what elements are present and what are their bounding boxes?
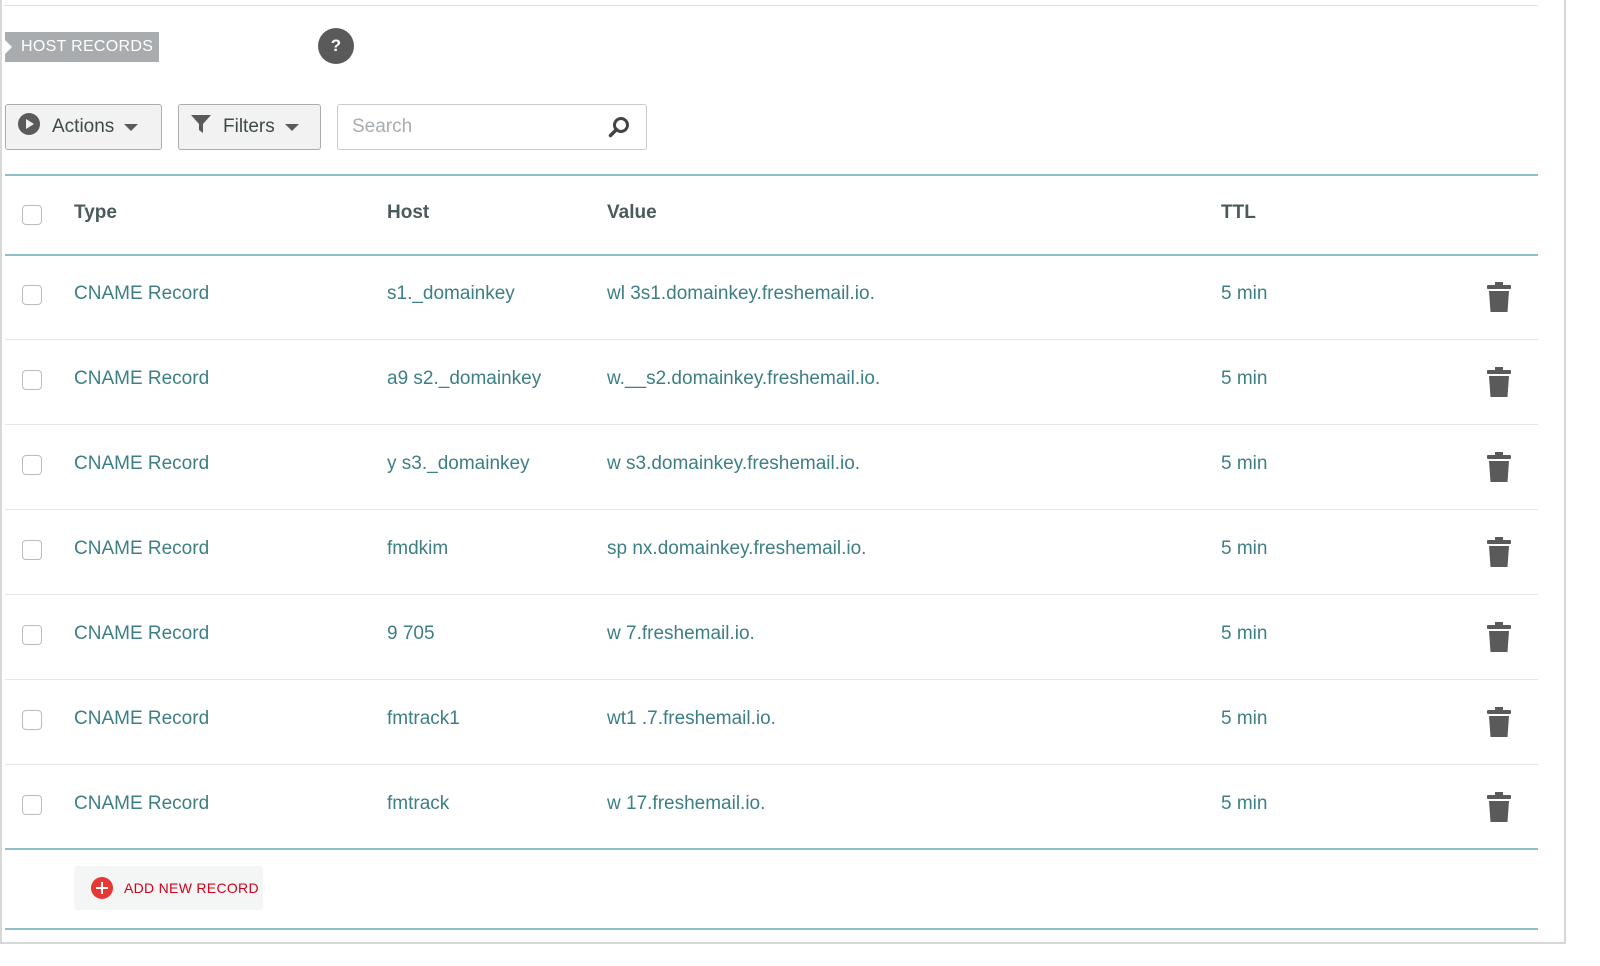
actions-label: Actions bbox=[52, 116, 115, 137]
column-header-value[interactable]: Value bbox=[607, 202, 657, 224]
trash-icon[interactable] bbox=[1487, 367, 1511, 402]
search-box bbox=[337, 104, 647, 150]
record-ttl: 5 min bbox=[1221, 368, 1268, 389]
record-value: w 17.freshemail.io. bbox=[607, 793, 766, 814]
record-host: fmtrack1 bbox=[387, 708, 460, 729]
record-host: fmtrack bbox=[387, 793, 450, 814]
row-checkbox[interactable] bbox=[22, 285, 42, 305]
record-type[interactable]: CNAME Record bbox=[74, 453, 209, 475]
record-host: s1._domainkey bbox=[387, 283, 515, 304]
column-header-ttl[interactable]: TTL bbox=[1221, 202, 1256, 224]
select-all-checkbox[interactable] bbox=[22, 205, 42, 225]
row-checkbox[interactable] bbox=[22, 710, 42, 730]
row-checkbox[interactable] bbox=[22, 795, 42, 815]
row-checkbox[interactable] bbox=[22, 625, 42, 645]
add-new-record-label: ADD NEW RECORD bbox=[124, 880, 259, 896]
add-new-record-button[interactable]: ADD NEW RECORD bbox=[74, 866, 263, 910]
trash-icon[interactable] bbox=[1487, 537, 1511, 572]
record-value: wt1 .7.freshemail.io. bbox=[607, 708, 776, 729]
search-input[interactable] bbox=[350, 105, 594, 149]
record-ttl: 5 min bbox=[1221, 283, 1268, 304]
play-circle-icon bbox=[17, 112, 41, 142]
filters-label: Filters bbox=[223, 116, 275, 137]
help-button[interactable]: ? bbox=[318, 28, 354, 64]
record-host: y s3._domainkey bbox=[387, 453, 530, 474]
row-checkbox[interactable] bbox=[22, 540, 42, 560]
record-value: w s3.domainkey.freshemail.io. bbox=[607, 453, 861, 474]
actions-dropdown[interactable]: Actions bbox=[5, 104, 162, 150]
footer-rule bbox=[5, 928, 1538, 930]
record-host: a9 s2._domainkey bbox=[387, 368, 542, 389]
row-checkbox[interactable] bbox=[22, 370, 42, 390]
filters-dropdown[interactable]: Filters bbox=[178, 104, 321, 150]
trash-icon[interactable] bbox=[1487, 622, 1511, 657]
plus-circle-icon bbox=[91, 877, 113, 899]
row-divider bbox=[5, 509, 1538, 510]
record-type[interactable]: CNAME Record bbox=[74, 368, 209, 390]
record-value: sp nx.domainkey.freshemail.io. bbox=[607, 538, 867, 559]
search-icon[interactable] bbox=[608, 116, 630, 143]
record-ttl: 5 min bbox=[1221, 793, 1268, 814]
trash-icon[interactable] bbox=[1487, 707, 1511, 742]
record-ttl: 5 min bbox=[1221, 453, 1268, 474]
record-type[interactable]: CNAME Record bbox=[74, 283, 209, 305]
record-ttl: 5 min bbox=[1221, 538, 1268, 559]
row-divider bbox=[5, 424, 1538, 425]
trash-icon[interactable] bbox=[1487, 792, 1511, 827]
column-header-type[interactable]: Type bbox=[74, 202, 117, 224]
table-top-rule bbox=[5, 174, 1538, 176]
record-ttl: 5 min bbox=[1221, 623, 1268, 644]
record-value: wl 3s1.domainkey.freshemail.io. bbox=[607, 283, 875, 304]
funnel-icon bbox=[190, 113, 212, 141]
chevron-down-icon bbox=[124, 123, 139, 131]
trash-icon[interactable] bbox=[1487, 282, 1511, 317]
column-header-host[interactable]: Host bbox=[387, 202, 429, 224]
record-value: w.__s2.domainkey.freshemail.io. bbox=[607, 368, 881, 389]
top-divider bbox=[4, 5, 1538, 6]
row-divider bbox=[5, 764, 1538, 765]
record-type[interactable]: CNAME Record bbox=[74, 793, 209, 815]
chevron-down-icon bbox=[284, 123, 299, 131]
header-rule bbox=[5, 254, 1538, 256]
section-title: HOST RECORDS bbox=[5, 32, 159, 62]
record-type[interactable]: CNAME Record bbox=[74, 708, 209, 730]
record-type[interactable]: CNAME Record bbox=[74, 623, 209, 645]
record-host: fmdkim bbox=[387, 538, 449, 559]
table-bottom-rule bbox=[5, 848, 1538, 850]
trash-icon[interactable] bbox=[1487, 452, 1511, 487]
record-type[interactable]: CNAME Record bbox=[74, 538, 209, 560]
record-value: w 7.freshemail.io. bbox=[607, 623, 755, 644]
row-checkbox[interactable] bbox=[22, 455, 42, 475]
row-divider bbox=[5, 594, 1538, 595]
row-divider bbox=[5, 679, 1538, 680]
record-ttl: 5 min bbox=[1221, 708, 1268, 729]
row-divider bbox=[5, 339, 1538, 340]
record-host: 9 705 bbox=[387, 623, 435, 644]
